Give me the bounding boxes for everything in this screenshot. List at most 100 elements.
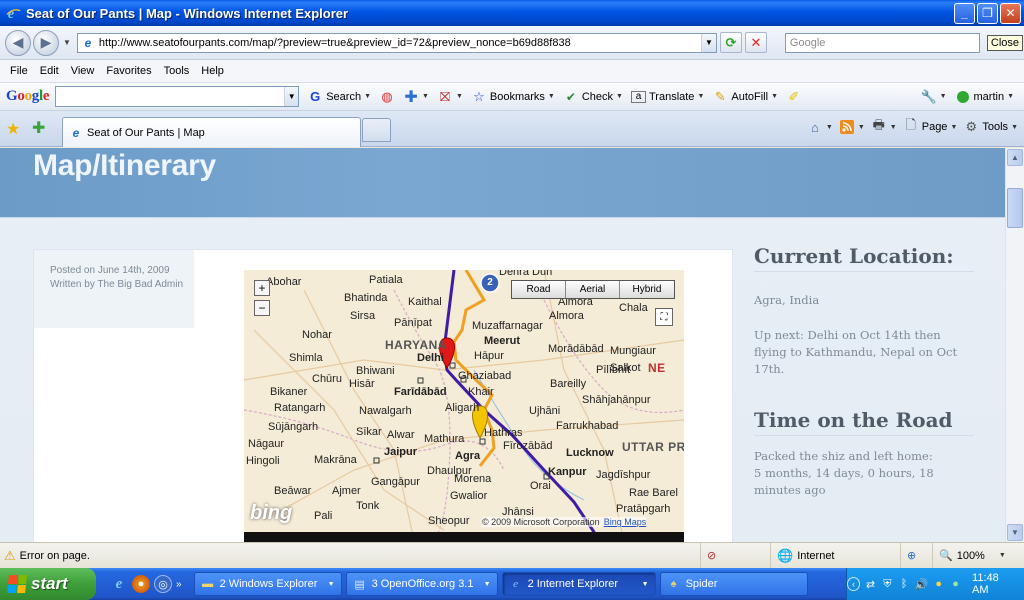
google-search-button[interactable]: G Search ▼ (307, 89, 371, 105)
map-place: Morādābād (548, 343, 604, 355)
menu-bar: File Edit View Favorites Tools Help (0, 60, 1024, 83)
zoom-out-button[interactable]: − (254, 300, 270, 316)
privacy-status[interactable]: ⊘ (700, 543, 770, 568)
taskbar-item-windows-explorer[interactable]: ▬ 2 Windows Explorer ▼ (193, 572, 342, 596)
map-place: Tonk (356, 500, 380, 512)
new-tab-button[interactable] (362, 118, 391, 142)
refresh-button[interactable]: ⟳ (719, 32, 742, 53)
arrow-left-icon: ◀ (12, 34, 24, 50)
time-on-road-line1: Packed the shiz and left home: (754, 449, 933, 463)
update-icon[interactable]: ● (949, 577, 962, 591)
address-dropdown-icon[interactable]: ▼ (700, 33, 716, 52)
picasa-button[interactable]: ◍ (379, 89, 395, 105)
start-button[interactable]: start (0, 568, 96, 600)
quicklaunch-more-icon[interactable]: » (176, 579, 182, 590)
network-icon[interactable]: ⇄ (864, 577, 877, 591)
gear-icon: ⚙ (965, 119, 978, 134)
toolbar-settings-button[interactable]: 🔧 ▼ (920, 88, 946, 105)
vertical-scrollbar[interactable]: ▲ ▼ (1005, 148, 1024, 542)
fullscreen-icon[interactable]: ⛶ (655, 308, 673, 326)
stop-button[interactable]: ✕ (744, 32, 767, 53)
folder-icon: ▬ (202, 578, 214, 590)
maximize-button[interactable]: ❐ (977, 2, 998, 24)
map-place: Orai (530, 480, 551, 492)
favorites-star-icon[interactable]: ★ (6, 119, 20, 139)
map-place: Mathura (424, 433, 465, 445)
menu-help[interactable]: Help (195, 65, 230, 77)
globe-icon: 🌐 (777, 547, 794, 563)
menu-file[interactable]: File (4, 65, 34, 77)
forward-button[interactable]: ▶ (33, 29, 59, 56)
status-message[interactable]: ⚠ Error on page. (0, 548, 700, 564)
media-icon[interactable]: ◎ (154, 575, 172, 593)
protected-mode-status[interactable]: ⊕ (900, 543, 932, 568)
tab-seat-of-our-pants[interactable]: e Seat of Our Pants | Map (62, 117, 361, 147)
feeds-button[interactable]: ▼ (839, 119, 865, 135)
firefox-icon[interactable]: ● (132, 575, 150, 593)
bluetooth-icon[interactable]: ᛒ (898, 577, 911, 591)
map-mode-aerial[interactable]: Aerial (566, 281, 620, 298)
scroll-thumb[interactable] (1007, 188, 1023, 228)
taskbar-item-spider[interactable]: ♠ Spider (659, 572, 808, 596)
ie-quicklaunch-icon[interactable]: e (110, 575, 128, 593)
map-place: Nāgaur (248, 438, 285, 450)
highlighter-button[interactable]: ✐ (786, 89, 802, 105)
ie-icon: e (5, 5, 21, 21)
account-button[interactable]: martin ▼ (955, 89, 1014, 105)
scroll-up-icon[interactable]: ▲ (1007, 149, 1023, 166)
popup-blocker-button[interactable]: ⛝ ▼ (437, 89, 463, 105)
add-favorite-icon[interactable]: ✚ (32, 118, 45, 138)
page-menu-button[interactable]: 🗋 Page ▼ (903, 117, 958, 135)
address-bar[interactable]: e http://www.seatofourpants.com/map/?pre… (76, 32, 717, 53)
search-input[interactable]: Google (784, 32, 980, 53)
map-place: Bhatinda (344, 292, 388, 304)
plus-button[interactable]: ✚ ▼ (403, 89, 429, 106)
tools-menu-button[interactable]: ⚙ Tools ▼ (963, 119, 1018, 135)
map-place: Ghaziabad (458, 370, 512, 382)
back-button[interactable]: ◀ (5, 29, 31, 56)
taskbar-item-internet-explorer[interactable]: e 2 Internet Explorer ▼ (501, 572, 656, 596)
shield-icon[interactable]: ⛨ (881, 577, 894, 591)
security-icon[interactable]: ● (932, 577, 945, 591)
minimize-button[interactable]: _ (954, 2, 975, 24)
print-button[interactable]: 🖶 ▼ (871, 117, 897, 135)
menu-view[interactable]: View (65, 65, 101, 77)
map-place: Gwalior (450, 490, 488, 502)
spellcheck-button[interactable]: ✔ Check ▼ (563, 89, 623, 105)
map-region: HARYANA (385, 338, 447, 352)
google-search-input[interactable]: ▼ (55, 86, 300, 107)
bing-logo: bing (250, 502, 293, 524)
map-footer-bar (244, 532, 684, 542)
map-place: Hingoli (246, 455, 280, 467)
map-place: Pratāpgarh (616, 503, 671, 515)
zoom-in-button[interactable]: + (254, 280, 270, 296)
autofill-button[interactable]: ✎ AutoFill ▼ (712, 89, 778, 105)
menu-favorites[interactable]: Favorites (100, 65, 157, 77)
home-button[interactable]: ⌂ ▼ (807, 119, 833, 135)
map-region: UTTAR PRA (622, 440, 684, 454)
google-search-dropdown-icon[interactable]: ▼ (284, 87, 299, 106)
map-mode-hybrid[interactable]: Hybrid (620, 281, 674, 298)
bookmarks-button[interactable]: ☆ Bookmarks ▼ (471, 89, 555, 105)
menu-tools[interactable]: Tools (158, 65, 196, 77)
bing-maps-link[interactable]: Bing Maps (604, 517, 647, 527)
post-date: Posted on June 14th, 2009 (50, 265, 170, 276)
tray-expand-icon[interactable]: ‹ (847, 577, 861, 591)
close-window-button[interactable]: ✕ (1000, 2, 1021, 24)
wrench-icon: 🔧 (920, 88, 937, 104)
map-place: Shimla (289, 352, 323, 364)
translate-button[interactable]: a Translate ▼ (630, 90, 704, 103)
translate-icon: a (630, 90, 646, 103)
volume-icon[interactable]: 🔊 (915, 577, 929, 591)
zoom-control[interactable]: 🔍 100% ▼ (932, 543, 1024, 568)
menu-edit[interactable]: Edit (34, 65, 65, 77)
clock[interactable]: 11:48 AM (972, 572, 1014, 596)
map-mode-road[interactable]: Road (512, 281, 566, 298)
map-place: Rae Barel (629, 487, 678, 499)
taskbar-item-openoffice[interactable]: ▤ 3 OpenOffice.org 3.1 ▼ (345, 572, 498, 596)
scroll-down-icon[interactable]: ▼ (1007, 524, 1023, 541)
map[interactable]: Abohar Patiala Dehra Dun Bhatinda Kaitha… (244, 270, 684, 542)
address-url[interactable]: http://www.seatofourpants.com/map/?previ… (99, 37, 701, 49)
map-place: Pānīpat (394, 317, 432, 329)
history-dropdown[interactable]: ▼ (63, 38, 71, 47)
